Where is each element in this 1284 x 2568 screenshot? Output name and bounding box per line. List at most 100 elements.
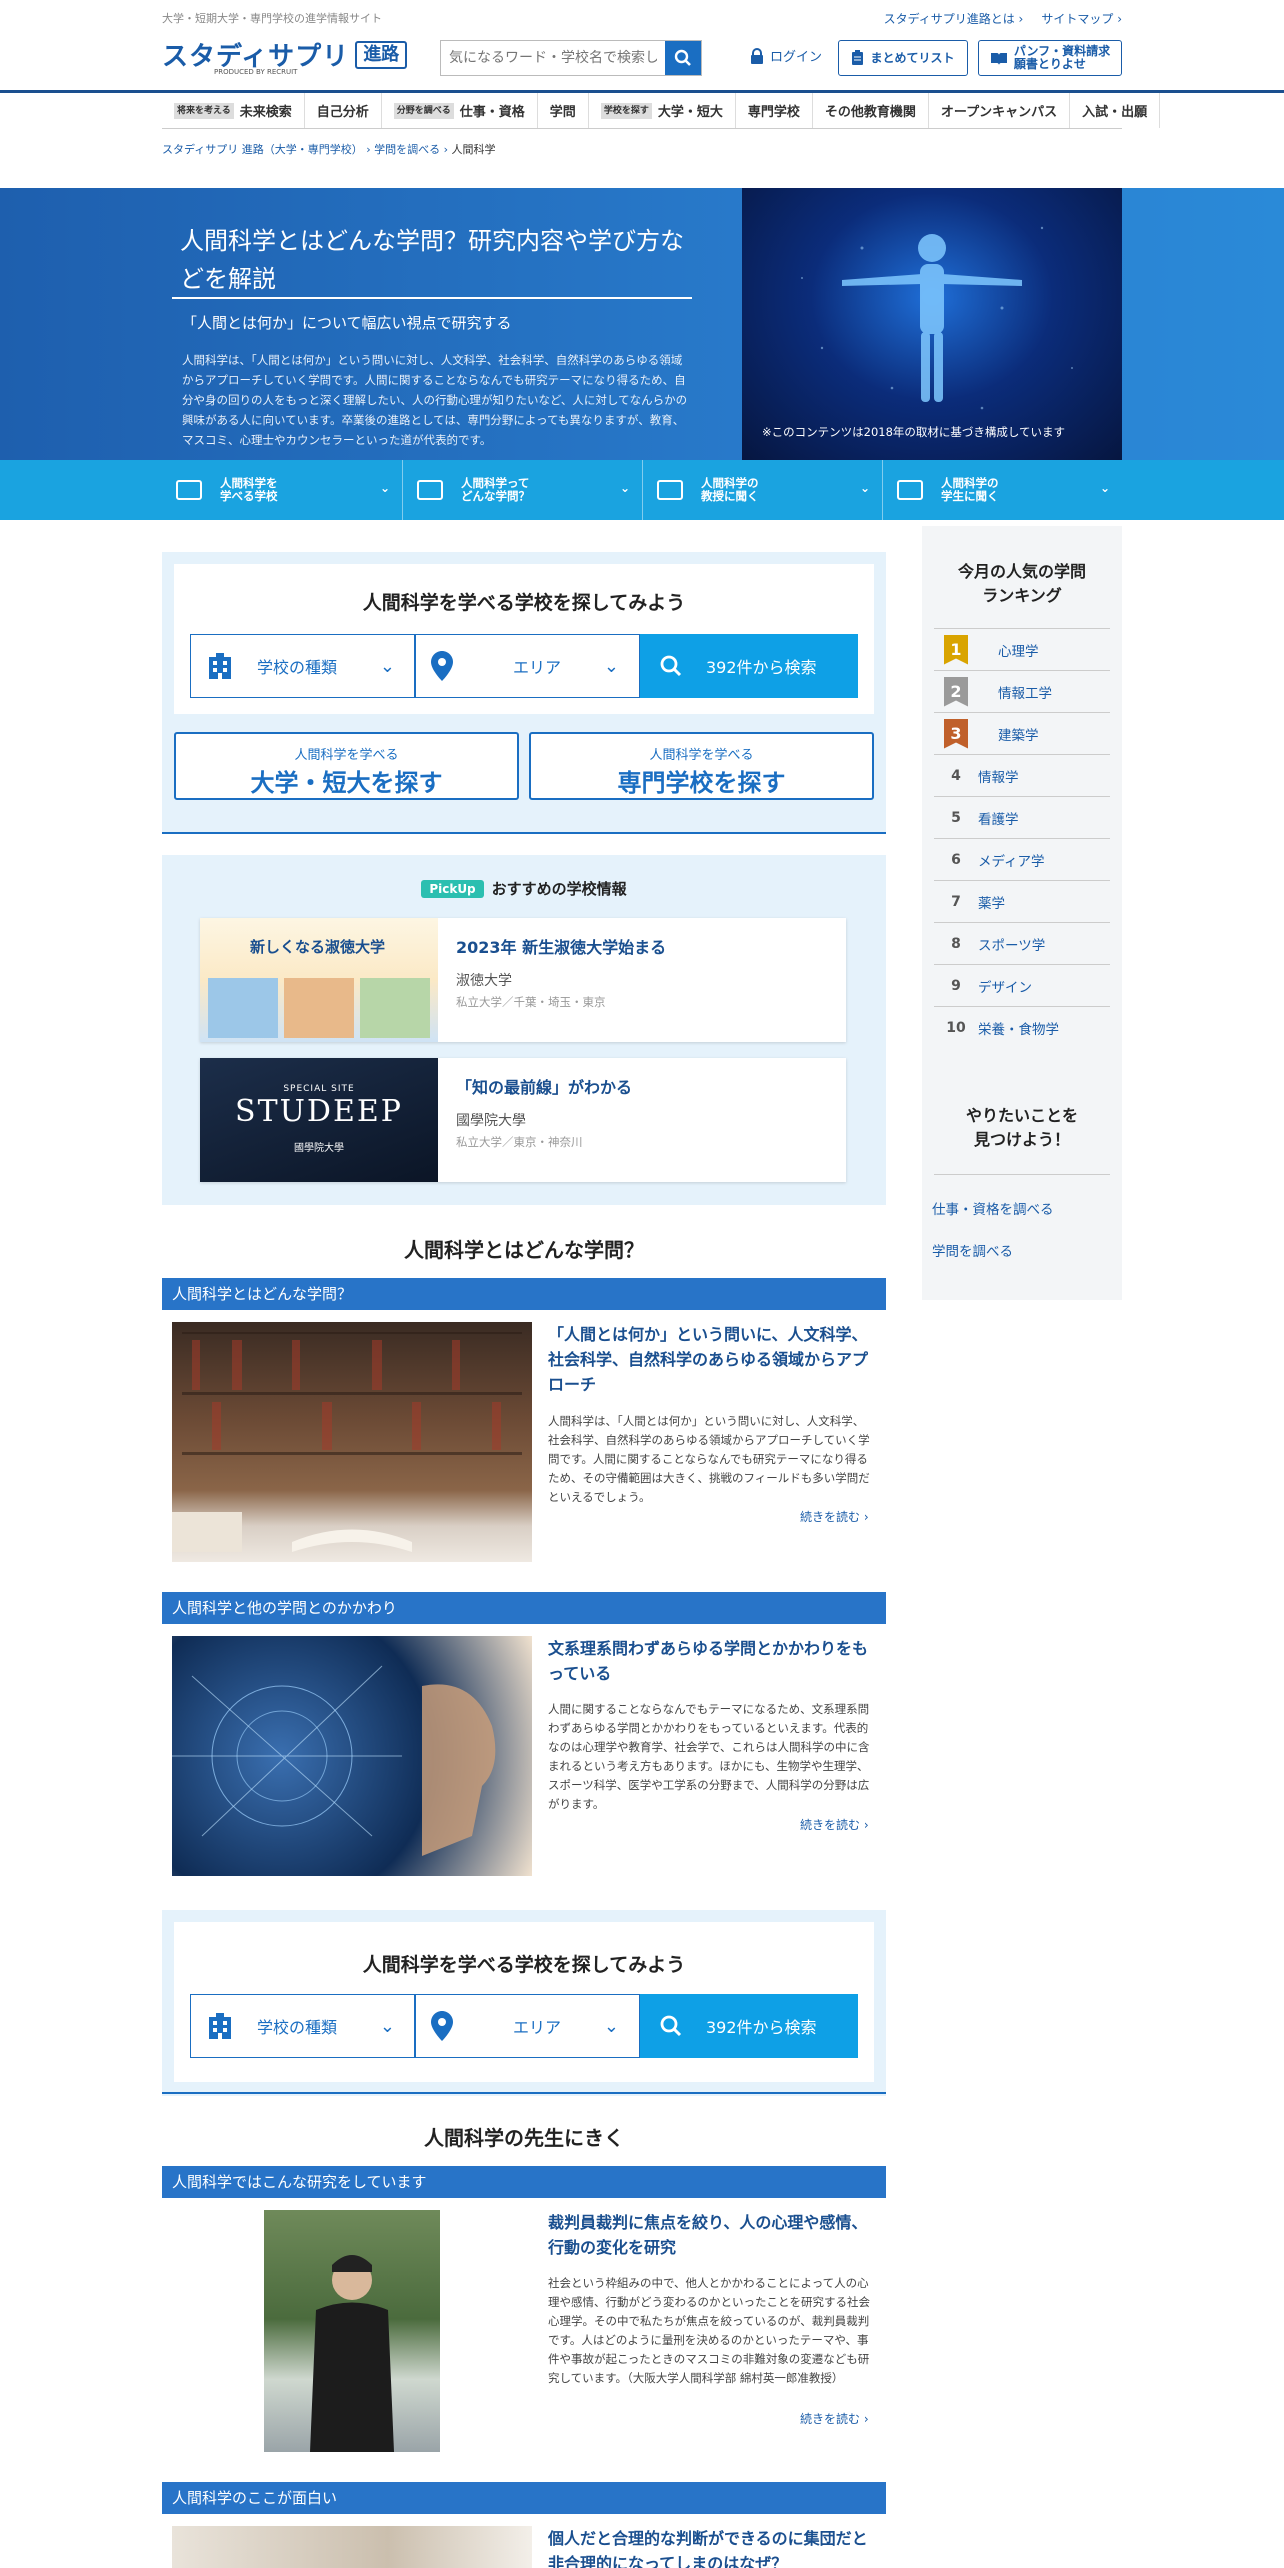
search-icon <box>674 49 691 66</box>
breadcrumb-item[interactable]: スタディサプリ 進路（大学・専門学校） <box>162 143 363 156</box>
search-count-label: 392件から検索 <box>706 2018 817 2037</box>
read-more-link[interactable]: 続きを読む › <box>800 2410 869 2427</box>
map-pin-icon <box>431 2011 453 2041</box>
section-nav-item[interactable]: 人間科学の 学生に聞く ⌄ <box>882 460 1122 520</box>
sidebar-link-jobs[interactable]: 仕事・資格を調べる <box>932 1198 1054 1218</box>
logo-badge: 進路 <box>355 40 408 69</box>
ranking-item[interactable]: 10 栄養・食物学 <box>934 1006 1110 1048</box>
search-button[interactable] <box>665 41 701 75</box>
nav-item[interactable]: 学校を探す 大学・短大 <box>589 93 736 128</box>
read-more-label: 続きを読む <box>800 1818 861 1832</box>
pamphlet-label-2: 願書とりよせ <box>1013 57 1086 71</box>
school-icon <box>417 480 443 500</box>
section-nav-item[interactable]: 人間科学を 学べる学校 ⌄ <box>162 460 402 520</box>
pickup-card[interactable]: 新しくなる淑徳大学 2023年 新生淑徳大学始まる 淑徳大学 私立大学／千葉・埼… <box>200 918 846 1042</box>
search-panel-underline <box>162 2092 886 2094</box>
ranking-item[interactable]: 4 情報学 <box>934 754 1110 796</box>
read-more-label: 続きを読む <box>800 1510 861 1524</box>
ranking-item[interactable]: 7 薬学 <box>934 880 1110 922</box>
login-label: ログイン <box>770 50 823 65</box>
section-nav-item[interactable]: 人間科学の 教授に聞く ⌄ <box>642 460 882 520</box>
about-link[interactable]: スタディサプリ進路とは › <box>884 10 1024 27</box>
find-university-button[interactable]: 人間科学を学べる 大学・短大を探す <box>174 732 519 800</box>
article-title[interactable]: 個人だと合理的な判断ができるのに集団だと非合理的になってしまのはなぜ？ <box>548 2526 874 2568</box>
nav-item[interactable]: 分野を調べる 仕事・資格 <box>382 93 538 128</box>
school-type-select[interactable]: 学校の種類 ⌄ <box>190 634 416 698</box>
search-schools-button[interactable]: 392件から検索 <box>640 634 858 698</box>
sitemap-link[interactable]: サイトマップ › <box>1041 10 1122 27</box>
article-title[interactable]: 「人間とは何か」という問いに、人文科学、社会科学、自然科学のあらゆる領域からアプ… <box>548 1322 874 1397</box>
pickup-card-school: 淑徳大学 <box>456 973 512 989</box>
find-vocational-button[interactable]: 人間科学を学べる 専門学校を探す <box>529 732 874 800</box>
article-title[interactable]: 文系理系問わずあらゆる学問とかかわりをもっている <box>548 1636 874 1686</box>
nav-item[interactable]: 入試・出願 <box>1070 93 1161 128</box>
nav-item[interactable]: 専門学校 <box>736 93 813 128</box>
rank-number: 4 <box>951 767 961 784</box>
ranking-item[interactable]: 9 デザイン <box>934 964 1110 1006</box>
rank-label: スポーツ学 <box>978 937 1046 954</box>
teacher-heading: 人間科学の先生にきく <box>424 2126 624 2150</box>
pickup-card[interactable]: SPECIAL SITE STUDEEP 國學院大學 「知の最前線」がわかる 國… <box>200 1058 846 1182</box>
rank-label: 栄養・食物学 <box>978 1021 1059 1038</box>
chevron-down-icon: ⌄ <box>603 655 619 677</box>
ranking-item[interactable]: 5 看護学 <box>934 796 1110 838</box>
section-nav-label-1: 人間科学って <box>461 476 530 490</box>
nav-item-label: 自己分析 <box>316 105 369 120</box>
page-title: 人間科学とはどんな学問？研究内容や学び方などを解説 <box>180 227 684 293</box>
ranking-title: 今月の人気の学問 ランキング <box>922 560 1122 608</box>
section-nav-label-2: どんな学問？ <box>461 489 530 503</box>
article-excerpt: 人間に関することならなんでもテーマになるため、文系理系問わずあらゆる学問とかかわ… <box>548 1702 870 1811</box>
nav-item-label: 専門学校 <box>747 105 800 120</box>
rank-label: メディア学 <box>978 853 1045 870</box>
ranking-item[interactable]: 6 メディア学 <box>934 838 1110 880</box>
nav-item-label: その他教育機関 <box>824 105 916 120</box>
breadcrumb-item[interactable]: 学問を調べる <box>374 143 440 156</box>
area-select[interactable]: エリア ⌄ <box>414 634 640 698</box>
school-search-title: 人間科学を学べる学校を探してみよう <box>362 592 686 614</box>
school-type-select[interactable]: 学校の種類 ⌄ <box>190 1994 416 2058</box>
pamphlet-button[interactable]: パンフ・資料請求 願書とりよせ <box>978 40 1122 76</box>
ranking-item[interactable]: 2 情報工学 <box>934 670 1110 712</box>
sitemap-link-label: サイトマップ <box>1041 12 1114 26</box>
professor-photo <box>264 2210 440 2452</box>
read-more-link[interactable]: 続きを読む › <box>800 1816 869 1833</box>
area-select[interactable]: エリア ⌄ <box>414 1994 640 2058</box>
nav-item[interactable]: 将来を考える 未来検索 <box>162 93 305 128</box>
nav-item-label: 学問 <box>549 105 576 120</box>
rank-label: 看護学 <box>978 811 1019 828</box>
sidebar-divider <box>934 1174 1110 1175</box>
hero-subtitle: 「人間とは何か」について幅広い視点で研究する <box>182 314 512 332</box>
section-nav-item[interactable]: 人間科学って どんな学問？ ⌄ <box>402 460 642 520</box>
pickup-card-meta: 私立大学／千葉・埼玉・東京 <box>456 995 606 1009</box>
list-button[interactable]: まとめてリスト <box>838 40 968 76</box>
search-input[interactable] <box>441 41 665 75</box>
ranking-item[interactable]: 1 心理学 <box>934 628 1110 670</box>
nav-item[interactable]: 学問 <box>538 93 589 128</box>
rank-label: デザイン <box>978 979 1032 996</box>
pickup-image-sub: SPECIAL SITE <box>283 1084 355 1094</box>
breadcrumb-current: 人間科学 <box>451 143 496 156</box>
nav-item[interactable]: オープンキャンパス <box>929 93 1071 128</box>
search-schools-button[interactable]: 392件から検索 <box>640 1994 858 2058</box>
pickup-card-title: 2023年 新生淑徳大学始まる <box>456 938 667 957</box>
sidebar-link-subjects[interactable]: 学問を調べる <box>932 1240 1013 1260</box>
nav-item[interactable]: 自己分析 <box>305 93 382 128</box>
read-more-label: 続きを読む <box>800 2412 861 2426</box>
nav-item-tag: 分野を調べる <box>393 102 454 119</box>
search-panel-underline <box>162 832 886 834</box>
hero-description: 人間科学は、「人間とは何か」という問いに対し、人文科学、社会科学、自然科学のあら… <box>182 353 688 447</box>
nav-item-label: オープンキャンパス <box>940 105 1058 120</box>
section-nav-label: 人間科学の 学生に聞く <box>941 477 999 503</box>
ranking-item[interactable]: 8 スポーツ学 <box>934 922 1110 964</box>
article-title[interactable]: 裁判員裁判に焦点を絞り、人の心理や感情、行動の変化を研究 <box>548 2210 874 2260</box>
read-more-link[interactable]: 続きを読む › <box>800 1508 869 1525</box>
ranking-item[interactable]: 3 建築学 <box>934 712 1110 754</box>
find-heading: やりたいことを 見つけよう！ <box>922 1104 1122 1152</box>
nav-item-label: 入試・出願 <box>1082 105 1148 120</box>
nav-item[interactable]: その他教育機関 <box>813 93 929 128</box>
search-icon <box>660 655 682 677</box>
rank-label: 情報学 <box>978 769 1019 786</box>
rank-number: 7 <box>951 893 961 910</box>
login-link[interactable]: ログイン <box>750 46 822 65</box>
pickup-card-title: 「知の最前線」がわかる <box>456 1078 633 1097</box>
